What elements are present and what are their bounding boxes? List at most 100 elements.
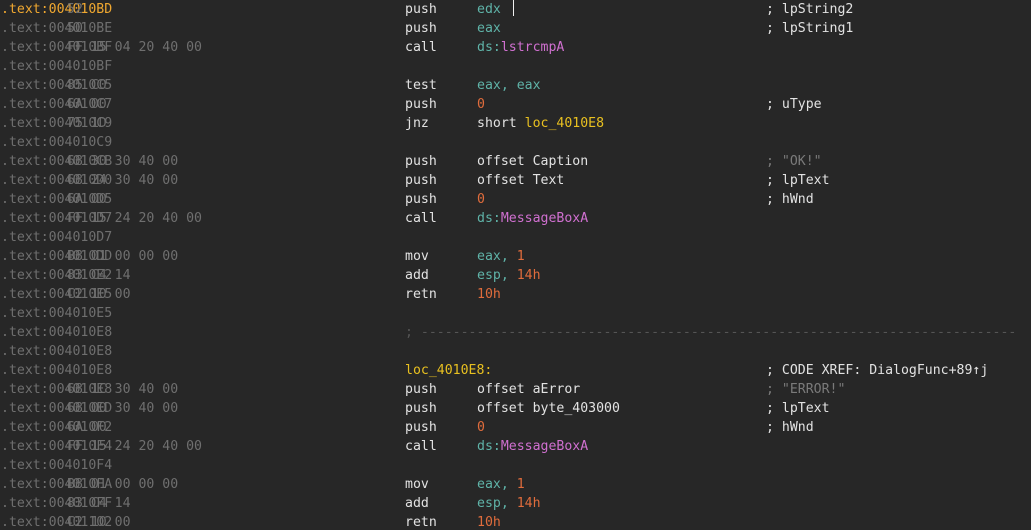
operand-token: edx: [477, 1, 501, 17]
instruction-mnemonic[interactable]: call: [405, 209, 437, 228]
api-name[interactable]: MessageBoxA: [501, 439, 588, 454]
instruction-mnemonic[interactable]: push: [405, 152, 437, 171]
instruction-operands[interactable]: eax, 1: [477, 247, 525, 266]
instruction-operands[interactable]: offset Caption: [477, 152, 588, 171]
instruction-mnemonic[interactable]: call: [405, 437, 437, 456]
instruction-mnemonic[interactable]: push: [405, 171, 437, 190]
jump-target[interactable]: loc_4010E8: [525, 116, 604, 131]
opcode-bytes: 68 1C 30 40 00: [67, 381, 179, 397]
instruction-mnemonic[interactable]: push: [405, 418, 437, 437]
instruction-mnemonic[interactable]: retn: [405, 285, 437, 304]
disasm-line[interactable]: .text:004010ED 68 00 30 40 00 push offset b…: [0, 399, 1031, 418]
opcode-bytes: 50: [67, 20, 83, 36]
disassembly-view[interactable]: .text:004010BD 52 push edx; lpString2 .text:…: [0, 0, 1031, 530]
instruction-operands[interactable]: offset aError: [477, 380, 580, 399]
line-address[interactable]: .text:004010E8: [1, 323, 112, 342]
line-address[interactable]: .text:004010BE: [1, 19, 112, 38]
instruction-operands[interactable]: offset Text: [477, 171, 564, 190]
disasm-line[interactable]: .text:004010FA B8 01 00 00 00 mov eax, 1: [0, 475, 1031, 494]
disasm-line[interactable]: .text:004010CB 68 30 30 40 00 push offset C…: [0, 152, 1031, 171]
instruction-mnemonic[interactable]: push: [405, 190, 437, 209]
operand-token: 0: [477, 96, 485, 112]
disasm-line[interactable]: .text:004010F4 FF 15 24 20 40 00 call ds:Me…: [0, 437, 1031, 456]
api-name[interactable]: lstrcmpA: [501, 40, 565, 55]
instruction-mnemonic[interactable]: test: [405, 76, 437, 95]
disasm-line[interactable]: .text:004010C9 75 1D jnz short loc_4010E8: [0, 114, 1031, 133]
line-comment: ; hWnd: [766, 419, 814, 435]
disasm-line[interactable]: .text:004010E5 C2 10 00 retn 10h: [0, 285, 1031, 304]
line-comment: ; lpText: [766, 172, 830, 188]
code-label[interactable]: loc_4010E8:: [405, 361, 492, 380]
instruction-operands[interactable]: ds:MessageBoxA: [477, 209, 588, 228]
instruction-mnemonic[interactable]: push: [405, 95, 437, 114]
opcode-bytes: B8 01 00 00 00: [67, 476, 179, 492]
api-name[interactable]: MessageBoxA: [501, 211, 588, 226]
instruction-mnemonic[interactable]: mov: [405, 475, 429, 494]
line-address[interactable]: .text:004010E8: [1, 342, 112, 361]
disasm-line[interactable]: .text:004010BD 52 push edx ; lpString2: [0, 0, 1031, 19]
instruction-operands[interactable]: 0: [477, 95, 485, 114]
disasm-line[interactable]: .text:004010E8 ; ------------------------…: [0, 323, 1031, 342]
disasm-line[interactable]: .text:004010FF 83 C4 14 add esp, 14h: [0, 494, 1031, 513]
text-cursor: [513, 0, 514, 16]
disasm-line[interactable]: .text:004010E8: [0, 342, 1031, 361]
instruction-mnemonic[interactable]: call: [405, 38, 437, 57]
instruction-operands[interactable]: 10h: [477, 285, 501, 304]
instruction-operands[interactable]: eax: [477, 19, 501, 38]
instruction-mnemonic[interactable]: push: [405, 0, 437, 19]
disasm-line[interactable]: .text:004010F4: [0, 456, 1031, 475]
instruction-operands[interactable]: esp, 14h: [477, 494, 541, 513]
instruction-operands[interactable]: 0: [477, 418, 485, 437]
instruction-mnemonic[interactable]: jnz: [405, 114, 429, 133]
instruction-mnemonic[interactable]: push: [405, 399, 437, 418]
opcode-bytes: C2 10 00: [67, 286, 131, 302]
disasm-line[interactable]: .text:004010C5 85 C0 test eax, eax: [0, 76, 1031, 95]
disasm-line[interactable]: .text:004010F2 6A 00 push 0; hWnd: [0, 418, 1031, 437]
line-address[interactable]: .text:004010C9: [1, 133, 112, 152]
operand-token: ds:: [477, 438, 501, 454]
instruction-mnemonic[interactable]: add: [405, 494, 429, 513]
operand-token: 1: [516, 248, 525, 264]
instruction-operands[interactable]: offset byte_403000: [477, 399, 620, 418]
instruction-mnemonic[interactable]: push: [405, 19, 437, 38]
disasm-line[interactable]: .text:004010E8 68 1C 30 40 00 push offset a…: [0, 380, 1031, 399]
instruction-operands[interactable]: 10h: [477, 513, 501, 530]
disasm-line[interactable]: .text:004010D7 FF 15 24 20 40 00 call ds:Me…: [0, 209, 1031, 228]
operand-token: offset: [477, 153, 533, 169]
disasm-line[interactable]: .text:004010DD B8 01 00 00 00 mov eax, 1: [0, 247, 1031, 266]
instruction-mnemonic[interactable]: push: [405, 380, 437, 399]
line-address[interactable]: .text:004010BD: [1, 0, 112, 19]
instruction-operands[interactable]: eax, eax: [477, 76, 541, 95]
disasm-line[interactable]: .text:004010BF FF 15 04 20 40 00 call ds:ls…: [0, 38, 1031, 57]
disasm-line[interactable]: .text:004010D7: [0, 228, 1031, 247]
disasm-line[interactable]: .text:004010E2 83 C4 14 add esp, 14h: [0, 266, 1031, 285]
instruction-operands[interactable]: eax, 1: [477, 475, 525, 494]
instruction-operands[interactable]: ds:lstrcmpA: [477, 38, 564, 57]
instruction-operands[interactable]: short loc_4010E8: [477, 114, 604, 133]
disasm-line[interactable]: .text:004010C9: [0, 133, 1031, 152]
disasm-line[interactable]: .text:004010BE 50 push eax ; lpString1: [0, 19, 1031, 38]
instruction-operands[interactable]: ds:MessageBoxA: [477, 437, 588, 456]
disasm-line[interactable]: .text:004010D0 68 24 30 40 00 push offset T…: [0, 171, 1031, 190]
line-address[interactable]: .text:004010BF: [1, 57, 112, 76]
disasm-line[interactable]: .text:004010BF: [0, 57, 1031, 76]
instruction-operands[interactable]: edx: [477, 0, 501, 19]
operand-token: byte_403000: [532, 400, 620, 416]
line-address[interactable]: .text:004010E8: [1, 361, 112, 380]
instruction-operands[interactable]: esp, 14h: [477, 266, 541, 285]
opcode-bytes: 6A 00: [67, 96, 107, 112]
instruction-mnemonic[interactable]: add: [405, 266, 429, 285]
line-address[interactable]: .text:004010E5: [1, 304, 112, 323]
instruction-operands[interactable]: 0: [477, 190, 485, 209]
disasm-line[interactable]: .text:004010C7 6A 00 push 0; uType: [0, 95, 1031, 114]
operand-token: eax: [477, 20, 501, 36]
instruction-mnemonic[interactable]: mov: [405, 247, 429, 266]
disasm-line[interactable]: .text:004010E8 loc_4010E8: ; CODE XREF: Di…: [0, 361, 1031, 380]
line-address[interactable]: .text:004010F4: [1, 456, 112, 475]
line-address[interactable]: .text:004010D7: [1, 228, 112, 247]
disasm-line[interactable]: .text:004010D5 6A 00 push 0; hWnd: [0, 190, 1031, 209]
disasm-line[interactable]: .text:00401102 C2 10 00 retn 10h: [0, 513, 1031, 530]
disasm-line[interactable]: .text:004010E5: [0, 304, 1031, 323]
operand-token: esp,: [477, 495, 517, 511]
instruction-mnemonic[interactable]: retn: [405, 513, 437, 530]
